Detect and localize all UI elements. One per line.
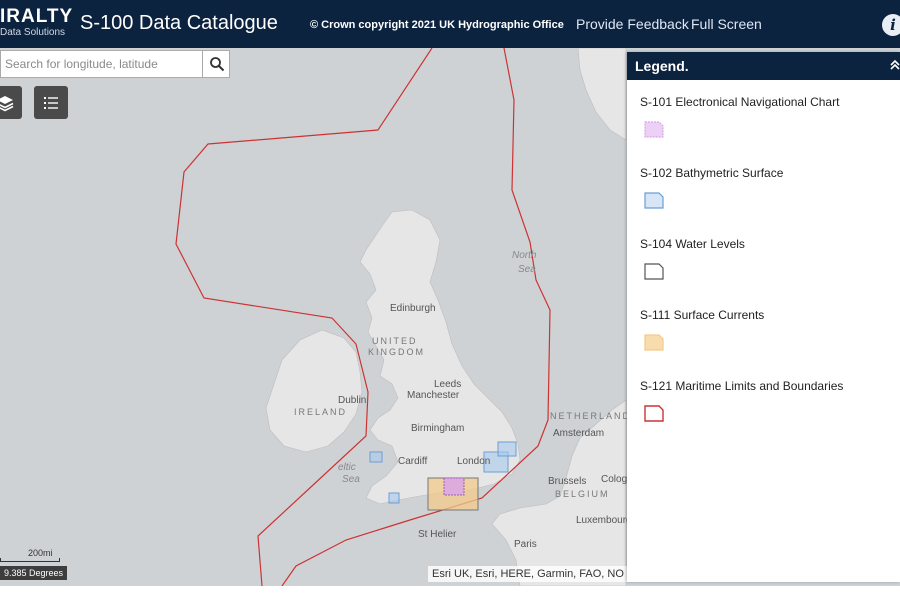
legend-label: S-111 Surface Currents: [640, 308, 765, 322]
legend-label: S-104 Water Levels: [640, 237, 745, 251]
legend-title: Legend.: [635, 58, 689, 74]
s102-swatch-icon: [644, 192, 664, 209]
map-label-belgium: BELGIUM: [555, 489, 610, 499]
chevron-up-icon: [890, 59, 900, 70]
legend-item-s111: S-111 Surface Currents: [640, 308, 895, 351]
legend-header: Legend.: [627, 52, 900, 80]
s121-swatch-icon: [644, 405, 664, 422]
full-screen-link[interactable]: Full Screen: [691, 16, 762, 32]
legend-label: S-102 Bathymetric Surface: [640, 166, 784, 180]
map-label-luxembourg: Luxembourg: [576, 515, 632, 526]
maritime-boundary-line: [175, 48, 551, 586]
info-icon[interactable]: i: [882, 14, 900, 36]
s102-coverage-cell: [369, 451, 383, 463]
map-label-london: London: [457, 456, 491, 467]
layers-icon: [0, 95, 14, 111]
legend-item-s101: S-101 Electronical Navigational Chart: [640, 95, 895, 138]
s111-swatch-icon: [644, 334, 664, 351]
legend-panel: Legend. S-101 Electronical Navigational …: [627, 52, 900, 582]
s101-swatch-icon: [644, 121, 664, 138]
layers-button[interactable]: [0, 86, 22, 119]
map-label-amsterdam: Amsterdam: [553, 428, 605, 439]
legend-collapse-button[interactable]: [889, 57, 900, 78]
provide-feedback-link[interactable]: Provide Feedback: [576, 16, 689, 32]
legend-item-s102: S-102 Bathymetric Surface: [640, 166, 895, 209]
logo-main-text: IRALTY: [0, 6, 74, 27]
app-title: S-100 Data Catalogue: [80, 12, 278, 34]
map-label-celtic: eltic: [338, 462, 356, 473]
search-box: [0, 50, 230, 78]
map-label-dublin: Dublin: [338, 395, 367, 406]
search-icon: [209, 57, 224, 72]
map-label-manchester: Manchester: [407, 390, 460, 401]
map-label-cardiff: Cardiff: [398, 456, 428, 467]
map-label-birmingham: Birmingham: [411, 423, 465, 434]
map-label-st-helier: St Helier: [418, 529, 457, 540]
map-label-celtic-sea: Sea: [342, 474, 360, 485]
app-header: IRALTY Data Solutions S-100 Data Catalog…: [0, 0, 900, 48]
map-label-edinburgh: Edinburgh: [390, 303, 436, 314]
search-button[interactable]: [202, 51, 230, 77]
map-label-paris: Paris: [514, 539, 537, 550]
map-label-brussels: Brussels: [548, 476, 587, 487]
map-label-north: North: [512, 250, 537, 261]
map-label-cologne: Colog: [601, 474, 628, 485]
map-label-leeds: Leeds: [434, 379, 462, 390]
map-label-north-sea: Sea: [518, 264, 536, 275]
legend-toggle-button[interactable]: [34, 86, 68, 119]
map-label-netherlands: NETHERLANDS: [550, 411, 640, 421]
ireland-landmass: [265, 329, 363, 453]
legend-item-s121: S-121 Maritime Limits and Boundaries: [640, 379, 895, 422]
map-attribution: Esri UK, Esri, HERE, Garmin, FAO, NO: [428, 566, 628, 582]
logo-sub-text: Data Solutions: [0, 27, 66, 38]
norway-landmass: [577, 48, 627, 141]
legend-label: S-121 Maritime Limits and Boundaries: [640, 379, 844, 393]
s102-coverage-cell: [497, 441, 517, 457]
s101-coverage-area: [443, 477, 465, 496]
coordinates-readout: 9.385 Degrees: [0, 566, 68, 580]
legend-list-icon: [44, 96, 58, 109]
scale-label: 200mi: [28, 548, 53, 558]
legend-label: S-101 Electronical Navigational Chart: [640, 95, 840, 109]
s102-coverage-cell: [388, 492, 400, 504]
search-input[interactable]: [1, 51, 199, 77]
map-label-united: UNITED: [372, 336, 418, 346]
s104-swatch-icon: [644, 263, 664, 280]
copyright-text: © Crown copyright 2021 UK Hydrographic O…: [310, 19, 564, 31]
legend-item-s104: S-104 Water Levels: [640, 237, 895, 280]
map-label-kingdom: KINGDOM: [368, 347, 426, 357]
scale-bar: [0, 558, 60, 562]
map-label-ireland: IRELAND: [294, 407, 348, 417]
admiralty-logo: IRALTY Data Solutions: [0, 7, 73, 39]
